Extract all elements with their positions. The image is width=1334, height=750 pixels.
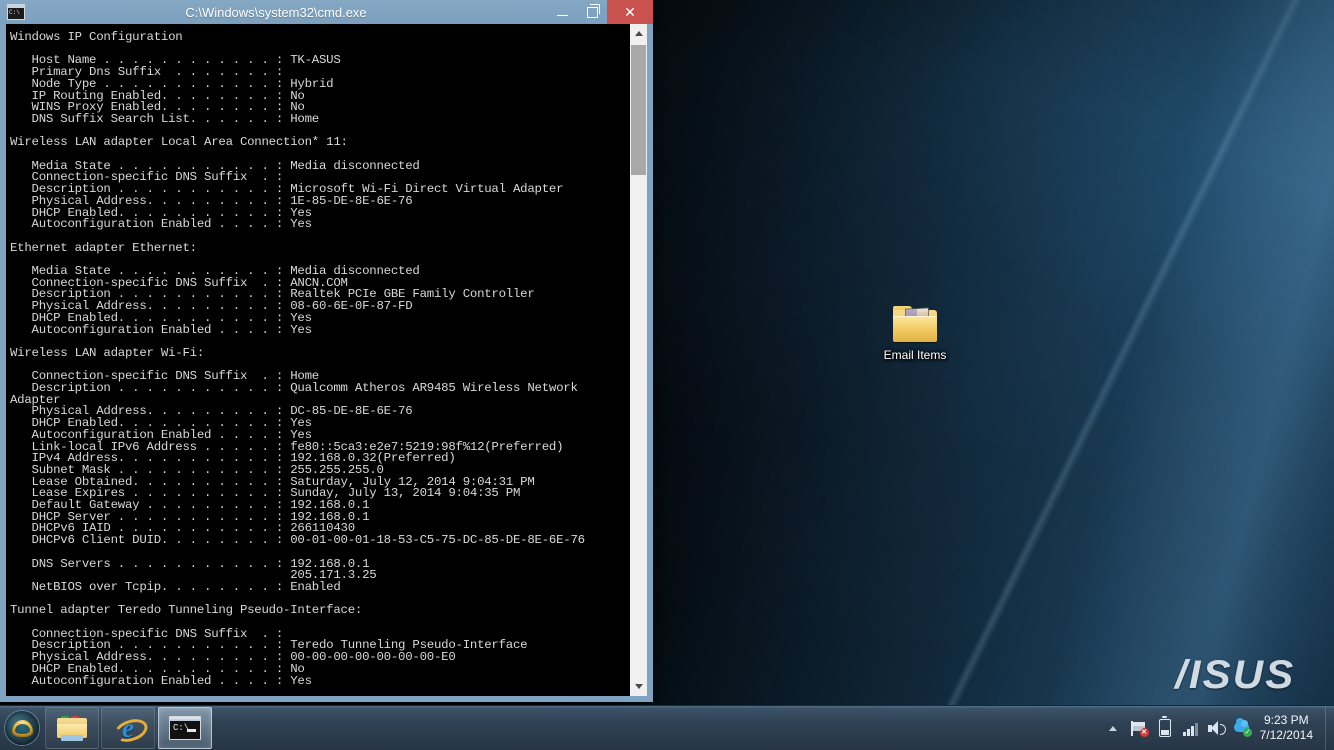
show-hidden-icons-icon[interactable] — [1100, 706, 1126, 750]
clock-time: 9:23 PM — [1263, 713, 1309, 727]
show-desktop-button[interactable] — [1325, 706, 1334, 750]
console-line: Autoconfiguration Enabled . . . . : Yes — [10, 217, 313, 232]
cmd-titlebar[interactable]: C:\ C:\Windows\system32\cmd.exe ✕ — [0, 0, 653, 24]
cmd-icon[interactable]: C:\ — [7, 4, 25, 20]
network-signal-icon[interactable] — [1178, 706, 1204, 750]
minimize-icon — [556, 14, 568, 16]
sync-cloud-icon[interactable]: ✓ — [1230, 706, 1256, 750]
taskbar[interactable]: e C:\ ✕ ✓ 9:23 PM 7/12/2014 — [0, 705, 1334, 750]
restore-icon — [586, 3, 600, 18]
desktop-icon-label: Email Items — [883, 348, 947, 362]
console-line: NetBIOS over Tcpip. . . . . . . . : Enab… — [10, 579, 341, 594]
desktop-icon-email-items[interactable]: Email Items — [868, 306, 962, 364]
system-tray: ✕ ✓ 9:23 PM 7/12/2014 — [1100, 706, 1325, 750]
taskbar-item-file-explorer[interactable] — [45, 707, 99, 749]
window-controls: ✕ — [547, 0, 653, 24]
cmd-taskbar-icon: C:\ — [169, 716, 201, 740]
console-line: Ethernet adapter Ethernet: — [10, 240, 197, 255]
cmd-window[interactable]: C:\ C:\Windows\system32\cmd.exe ✕ Window… — [0, 0, 653, 702]
start-orb-icon — [5, 711, 39, 745]
volume-speaker-icon[interactable] — [1204, 706, 1230, 750]
taskbar-clock[interactable]: 9:23 PM 7/12/2014 — [1256, 713, 1321, 743]
console-line: Wireless LAN adapter Wi-Fi: — [10, 345, 205, 360]
start-button[interactable] — [0, 706, 44, 750]
action-center-flag-icon[interactable]: ✕ — [1126, 706, 1152, 750]
console-line: DHCPv6 Client DUID. . . . . . . . : 00-0… — [10, 533, 586, 548]
console-line: Autoconfiguration Enabled . . . . : Yes — [10, 673, 313, 688]
file-explorer-icon — [57, 716, 87, 741]
console-line: Windows IP Configuration — [10, 30, 183, 44]
taskbar-item-internet-explorer[interactable]: e — [101, 707, 155, 749]
close-button[interactable]: ✕ — [607, 0, 653, 24]
cmd-icon-text: C:\ — [9, 9, 20, 16]
asus-logo: /ISUS — [1174, 653, 1295, 697]
action-center-badge: ✕ — [1139, 727, 1149, 737]
window-title: C:\Windows\system32\cmd.exe — [185, 4, 367, 20]
console-scrollbar[interactable] — [629, 24, 647, 696]
sync-ok-badge: ✓ — [1243, 728, 1253, 737]
clock-date: 7/12/2014 — [1259, 728, 1313, 742]
console-line: DNS Suffix Search List. . . . . . : Home — [10, 111, 320, 126]
console-output[interactable]: Windows IP Configuration Host Name . . .… — [6, 24, 629, 696]
scrollbar-thumb[interactable] — [631, 45, 646, 175]
close-icon: ✕ — [624, 4, 636, 20]
scroll-down-icon[interactable] — [630, 677, 647, 696]
folder-icon — [893, 306, 937, 342]
console-line: Tunnel adapter Teredo Tunneling Pseudo-I… — [10, 603, 363, 618]
internet-explorer-icon: e — [111, 713, 151, 746]
scroll-up-icon[interactable] — [630, 24, 647, 43]
minimize-button[interactable] — [547, 0, 577, 24]
console-line: Wireless LAN adapter Local Area Connecti… — [10, 135, 348, 150]
battery-icon[interactable] — [1152, 706, 1178, 750]
restore-button[interactable] — [577, 0, 607, 24]
console-line: Autoconfiguration Enabled . . . . : Yes — [10, 322, 313, 337]
taskbar-item-cmd[interactable]: C:\ — [158, 707, 212, 749]
taskbar-divider — [156, 713, 157, 743]
cmd-client-area: Windows IP Configuration Host Name . . .… — [6, 24, 647, 696]
console-line: Description . . . . . . . . . . . : Qual… — [10, 380, 578, 395]
